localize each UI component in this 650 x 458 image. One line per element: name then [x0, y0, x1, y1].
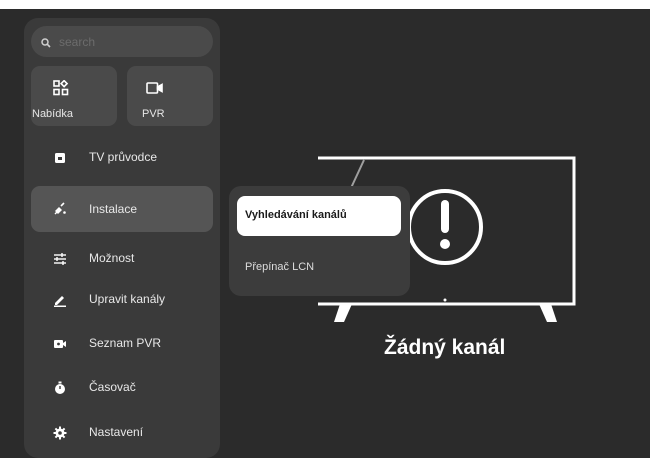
sidebar-item-option[interactable]: Možnost	[31, 241, 213, 277]
empty-channel-message: Žádný kanál	[384, 336, 506, 359]
recording-icon	[53, 337, 67, 351]
top-strip	[0, 0, 650, 9]
sidebar-item-settings[interactable]: Nastavení	[31, 415, 213, 451]
video-camera-icon	[146, 81, 163, 100]
sidebar-item-pvr-list[interactable]: Seznam PVR	[31, 326, 213, 362]
submenu-item-channel-scan[interactable]: Vyhledávání kanálů	[237, 196, 401, 236]
sidebar-item-label: Instalace	[89, 202, 138, 216]
sidebar-item-label: Nastavení	[89, 425, 144, 439]
submenu-item-label: Přepínač LCN	[245, 261, 315, 273]
tile-menu-label: Nabídka	[32, 108, 73, 120]
stopwatch-icon	[53, 381, 67, 395]
sliders-icon	[53, 252, 67, 266]
sidebar-item-label: Upravit kanály	[89, 292, 166, 306]
satellite-icon	[53, 202, 67, 216]
sidebar-item-label: Možnost	[89, 251, 135, 265]
sidebar-item-edit-channels[interactable]: Upravit kanály	[31, 282, 213, 318]
search-box[interactable]	[31, 26, 213, 57]
sidebar-item-tv-guide[interactable]: TV průvodce	[31, 140, 213, 176]
pencil-icon	[53, 293, 67, 307]
search-icon	[41, 35, 51, 53]
sidebar-item-installation[interactable]: Instalace	[31, 186, 213, 232]
apps-grid-icon	[53, 79, 69, 101]
sidebar-item-timer[interactable]: Časovač	[31, 370, 213, 406]
sidebar-item-label: Časovač	[89, 380, 136, 394]
tile-pvr[interactable]: PVR	[127, 66, 213, 126]
submenu-item-label: Vyhledávání kanálů	[245, 209, 347, 221]
gear-icon	[53, 426, 67, 440]
sidebar-item-label: TV průvodce	[89, 150, 158, 164]
tv-guide-icon	[53, 151, 67, 165]
submenu-item-lcn-switch[interactable]: Přepínač LCN	[237, 248, 401, 288]
tile-pvr-label: PVR	[142, 108, 165, 120]
installation-submenu: Vyhledávání kanálů Přepínač LCN	[229, 186, 410, 296]
search-input[interactable]	[59, 26, 209, 57]
tile-menu[interactable]: Nabídka	[31, 66, 117, 126]
sidebar-item-label: Seznam PVR	[89, 336, 162, 350]
